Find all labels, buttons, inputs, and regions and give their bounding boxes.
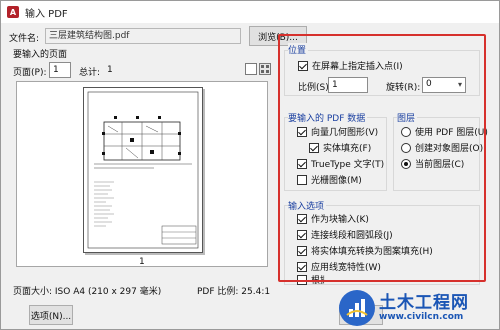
page-input[interactable]: 1 bbox=[49, 62, 71, 78]
pdf-page-thumbnail bbox=[83, 87, 203, 253]
options-button[interactable]: 选项(N)... bbox=[29, 305, 73, 325]
watermark-title: 土木工程网 bbox=[379, 293, 469, 313]
total-label: 总计: bbox=[79, 68, 101, 78]
file-name-field[interactable]: 三层建筑结构图.pdf bbox=[45, 28, 241, 44]
window-title: 输入 PDF bbox=[25, 8, 68, 20]
preview-page-number: 1 bbox=[139, 257, 145, 267]
thumbnail-grid-view-icon[interactable] bbox=[259, 63, 271, 75]
site-watermark: 土木工程网 www.civilcn.com bbox=[337, 285, 500, 330]
watermark-text: 土木工程网 www.civilcn.com bbox=[379, 294, 469, 322]
title-bar: A 输入 PDF bbox=[1, 1, 499, 23]
app-icon: A bbox=[7, 6, 19, 18]
import-pdf-dialog: A 输入 PDF 文件名: 三层建筑结构图.pdf 浏览(B)... 要输入的页… bbox=[0, 0, 500, 330]
page-label: 页面(P): bbox=[13, 68, 47, 78]
pages-section-label: 要输入的页面 bbox=[13, 50, 68, 60]
file-name-label: 文件名: bbox=[9, 34, 40, 44]
floor-plan-drawing bbox=[87, 91, 199, 249]
watermark-url: www.civilcn.com bbox=[379, 312, 464, 322]
pdf-scale-label: PDF 比例: 25.4:1 bbox=[197, 287, 271, 297]
single-page-view-icon[interactable] bbox=[245, 63, 257, 75]
highlight-frame bbox=[278, 34, 486, 282]
watermark-logo-icon bbox=[339, 290, 375, 326]
page-size-label: 页面大小: ISO A4 (210 x 297 毫米) bbox=[13, 287, 162, 297]
total-value: 1 bbox=[107, 65, 113, 75]
